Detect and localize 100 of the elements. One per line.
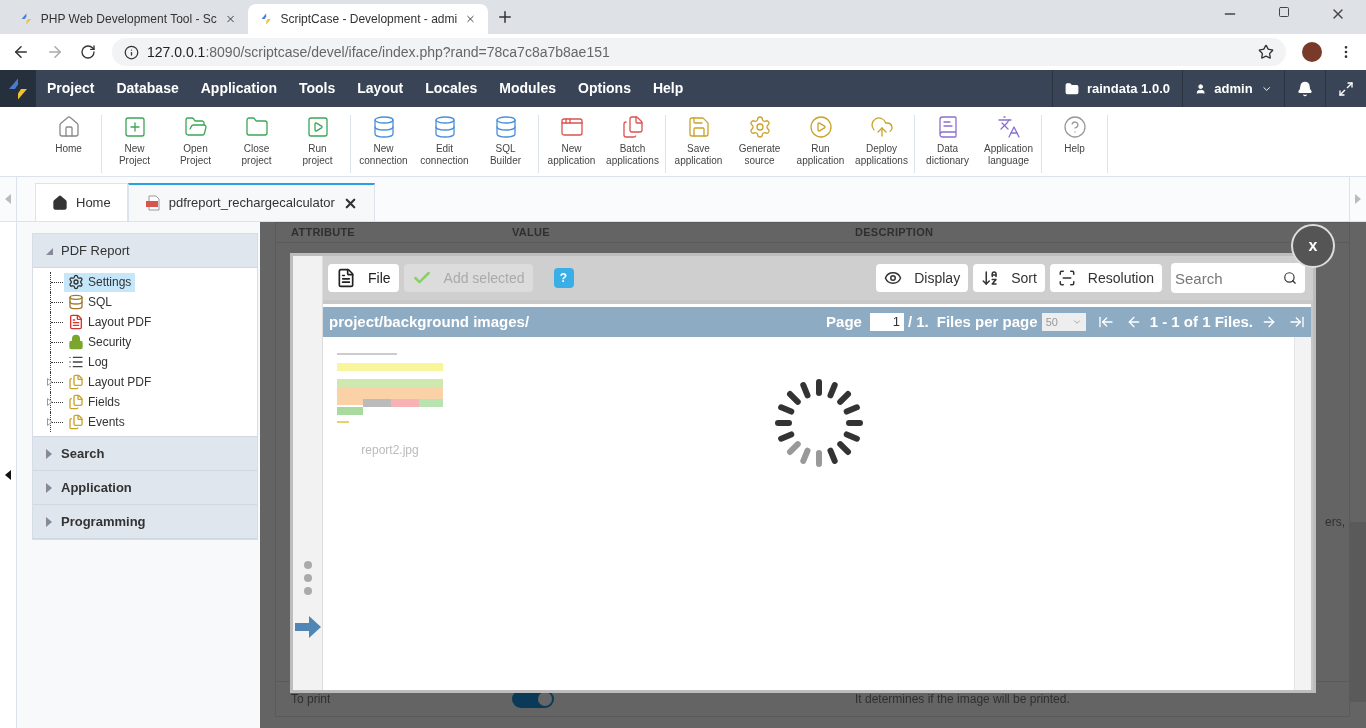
menu-item[interactable]: Database	[105, 70, 190, 107]
app-tab[interactable]: pdfreport_rechargecalculator	[127, 183, 375, 221]
toolbar-button[interactable]: Close project	[226, 115, 287, 173]
logo-icon	[260, 11, 273, 27]
expand-icon[interactable]	[47, 378, 53, 386]
list-icon	[68, 354, 84, 370]
search-icon	[1283, 271, 1297, 285]
view-option-button[interactable]: Display	[876, 264, 969, 292]
tree-item[interactable]: Security	[64, 332, 136, 352]
toolbar-button[interactable]: SQL Builder	[475, 115, 536, 173]
app-tab[interactable]: Home	[35, 183, 128, 221]
files-icon	[68, 394, 84, 410]
files-icon	[68, 374, 84, 390]
menu-item[interactable]: Locales	[414, 70, 489, 107]
new-tab-icon[interactable]	[496, 8, 514, 26]
menu-item[interactable]: Layout	[346, 70, 415, 107]
tab-title: PHP Web Development Tool - Sc	[40, 11, 217, 28]
toolbar-button[interactable]: New Project	[104, 115, 165, 173]
view-option-button[interactable]: Resolution	[1049, 264, 1162, 292]
view-option-button[interactable]: Sort	[973, 264, 1045, 292]
back-icon[interactable]	[12, 43, 30, 61]
toolbar-button[interactable]: Deploy applications	[851, 115, 912, 173]
user-name: admin	[1214, 79, 1253, 98]
help-icon	[1062, 115, 1087, 139]
browser-tab[interactable]: PHP Web Development Tool - Sc	[8, 4, 248, 34]
toolbar-button[interactable]: Run application	[790, 115, 851, 173]
menu-item[interactable]: Options	[567, 70, 642, 107]
cloud-upload-icon	[869, 115, 894, 139]
page-total: / 1.	[907, 311, 929, 332]
toolbar-button[interactable]: New connection	[353, 115, 414, 173]
browser-tab[interactable]: ScriptCase - Development - admi	[248, 4, 488, 34]
sidebar-section-header[interactable]: Programming	[33, 505, 257, 539]
translate-icon	[996, 115, 1021, 139]
toolbar-button[interactable]: Generate source	[729, 115, 790, 173]
database-icon	[371, 115, 396, 139]
toolbar-button[interactable]: Edit connection	[414, 115, 475, 173]
document-icon	[144, 195, 161, 211]
section-title: Programming	[61, 512, 146, 531]
fullscreen-icon[interactable]	[1338, 80, 1354, 97]
search-field[interactable]: Search	[1171, 263, 1305, 293]
arrow-right-icon	[294, 616, 321, 638]
collapse-sidebar-icon[interactable]	[5, 470, 11, 480]
file-button[interactable]: File	[328, 264, 399, 292]
toolbar-button[interactable]: Open Project	[165, 115, 226, 173]
section-title: PDF Report	[61, 241, 130, 260]
tree-item[interactable]: Settings	[64, 272, 136, 292]
toolbar-button[interactable]: Run project	[287, 115, 348, 173]
project-name: raindata 1.0.0	[1086, 79, 1170, 98]
document-icon	[68, 314, 84, 330]
page-input[interactable]: 1	[869, 313, 904, 331]
toolbar-button[interactable]: Save application	[668, 115, 729, 173]
tree-item[interactable]: Layout PDF	[64, 312, 156, 332]
toolbar-button[interactable]: Home	[38, 115, 99, 173]
folder-icon	[244, 115, 269, 139]
toolbar-button[interactable]: Help	[1044, 115, 1105, 173]
maximize-icon[interactable]	[1278, 6, 1290, 18]
plus-square-icon	[122, 115, 147, 139]
menu-item[interactable]: Project	[36, 70, 106, 107]
menu-item[interactable]: Modules	[488, 70, 568, 107]
info-icon	[124, 44, 139, 60]
user-menu-button[interactable]: admin	[1182, 70, 1284, 107]
toolbar-button[interactable]: Data dictionary	[917, 115, 978, 173]
menu-item[interactable]: Help	[641, 70, 695, 107]
page-label: Page	[826, 311, 862, 332]
user-icon	[1195, 81, 1207, 96]
tree-item[interactable]: Fields	[64, 392, 124, 412]
toolbar-button[interactable]: Application language	[978, 115, 1039, 173]
window-icon	[559, 115, 584, 139]
scrollbar[interactable]	[1294, 337, 1311, 690]
sidebar-section-header[interactable]: PDF Report	[33, 234, 257, 268]
menu-item[interactable]: Application	[189, 70, 288, 107]
avatar-icon[interactable]	[1302, 42, 1322, 62]
house-icon	[52, 194, 68, 211]
collapsed-icon	[45, 516, 53, 527]
close-button[interactable]: x	[1291, 224, 1335, 268]
tab-title: ScriptCase - Development - admi	[280, 11, 458, 28]
sidebar-section-header[interactable]: Application	[33, 471, 257, 505]
section-title: Application	[61, 478, 132, 497]
reload-icon[interactable]	[80, 44, 96, 60]
expand-icon[interactable]	[47, 398, 53, 406]
expand-icon[interactable]	[47, 418, 53, 426]
database-icon	[493, 115, 518, 139]
tree-item[interactable]: Layout PDF	[64, 372, 156, 392]
project-button[interactable]: raindata 1.0.0	[1051, 70, 1182, 107]
section-title: Search	[61, 444, 105, 463]
toolbar-button[interactable]: Batch applications	[602, 115, 663, 173]
play-icon	[808, 115, 833, 139]
sidebar-section-header[interactable]: Search	[33, 437, 257, 471]
menu-item[interactable]: Tools	[287, 70, 347, 107]
url-field[interactable]: 127.0.0.1:8090/scriptcase/devel/iface/index.php?rand=78ca7c8a7b8ae151	[112, 38, 1286, 66]
notifications-icon[interactable]	[1297, 80, 1313, 97]
gear-icon	[747, 115, 772, 139]
tree-item[interactable]: SQL	[64, 292, 116, 312]
tree-item[interactable]: Log	[64, 352, 113, 372]
toolbar-button[interactable]: New application	[541, 115, 602, 173]
collapsed-icon	[45, 448, 53, 459]
bookmark-icon[interactable]	[1258, 44, 1274, 60]
side-handle[interactable]	[293, 256, 323, 690]
play-icon	[305, 115, 330, 139]
tree-item[interactable]: Events	[64, 412, 129, 432]
